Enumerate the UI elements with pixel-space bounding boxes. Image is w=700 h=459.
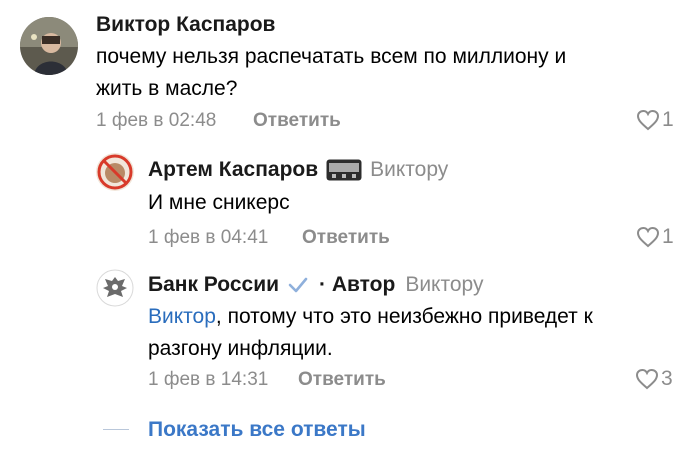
reply-to-user[interactable]: Виктору	[370, 158, 448, 182]
divider-dash	[103, 429, 129, 430]
comment-author-name[interactable]: Банк России	[148, 273, 279, 297]
comment-text: Виктор, потому что это неизбежно приведе…	[148, 301, 688, 365]
comment-author-name[interactable]: Артем Каспаров	[148, 158, 318, 182]
comment-author: Артем Каспаров Виктору	[148, 158, 448, 182]
comment-text-fragment: , потому что это неизбежно приведет к	[215, 305, 593, 328]
like-count: 1	[662, 225, 674, 248]
pager-icon	[326, 159, 362, 181]
avatar-photo-icon	[20, 17, 78, 75]
avatar-viktor[interactable]	[20, 17, 78, 75]
heart-icon	[635, 368, 659, 390]
show-all-replies-button[interactable]: Показать все ответы	[148, 418, 366, 442]
comment-text: И мне сникерс	[148, 191, 290, 214]
comment-date: 1 фев в 14:31	[148, 369, 269, 390]
like-button[interactable]: 1	[636, 108, 674, 132]
avatar-bank[interactable]	[96, 269, 134, 307]
author-tag: · Автор	[319, 273, 396, 296]
avatar-image-icon	[96, 153, 134, 191]
comment-text-line: Виктор, потому что это неизбежно приведе…	[148, 301, 688, 333]
comment-author[interactable]: Виктор Каспаров	[96, 13, 275, 37]
heart-icon	[636, 226, 660, 248]
mention-link[interactable]: Виктор	[148, 305, 216, 328]
reply-to-user[interactable]: Виктору	[405, 273, 483, 297]
like-button[interactable]: 3	[635, 367, 673, 391]
reply-button[interactable]: Ответить	[298, 369, 386, 391]
comment-text-line: жить в масле?	[96, 77, 238, 100]
reply-button[interactable]: Ответить	[302, 227, 390, 249]
comment-text-line: почему нельзя распечатать всем по миллио…	[96, 45, 567, 68]
like-count: 3	[661, 367, 673, 390]
heart-icon	[636, 109, 660, 131]
comment-date: 1 фев в 02:48	[96, 110, 217, 131]
comment-text-line: разгону инфляции.	[148, 337, 333, 360]
checkmark-icon	[288, 277, 308, 293]
comment-date: 1 фев в 04:41	[148, 227, 269, 248]
like-count: 1	[662, 108, 674, 131]
avatar-artem[interactable]	[96, 153, 134, 191]
reply-button[interactable]: Ответить	[253, 110, 341, 132]
eagle-emblem-icon	[96, 269, 134, 307]
comment-author: Банк России · Автор Виктору	[148, 273, 483, 297]
like-button[interactable]: 1	[636, 225, 674, 249]
comment-text: почему нельзя распечатать всем по миллио…	[96, 41, 686, 105]
